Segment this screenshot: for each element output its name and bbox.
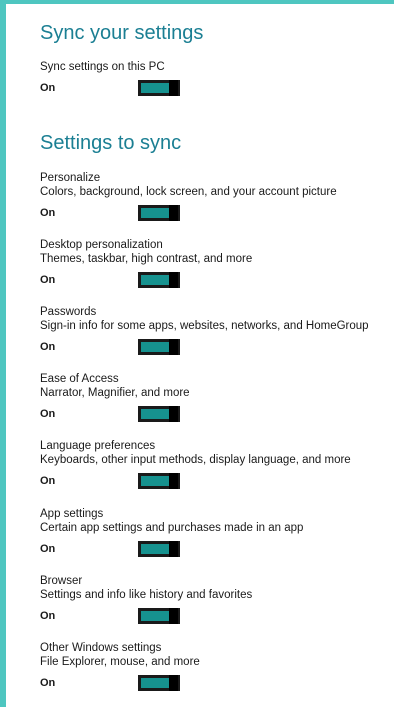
setting-other-windows: Other Windows settings File Explorer, mo… — [40, 641, 390, 691]
setting-desktop-personalization: Desktop personalization Themes, taskbar,… — [40, 238, 390, 288]
setting-title: Sync settings on this PC — [40, 61, 165, 73]
toggle-thumb[interactable] — [169, 541, 178, 557]
settings-panel: Sync your settings Sync settings on this… — [6, 4, 394, 707]
setting-description: Colors, background, lock screen, and you… — [40, 186, 337, 198]
toggle-fill — [141, 544, 170, 554]
toggle-row: On — [40, 675, 390, 691]
toggle-state-label: On — [40, 82, 56, 94]
desktop-personalization-toggle[interactable] — [138, 272, 180, 288]
toggle-row: On — [40, 608, 390, 624]
toggle-row: On — [40, 406, 390, 422]
other-windows-settings-toggle[interactable] — [138, 675, 180, 691]
toggle-fill — [141, 476, 170, 486]
setting-sync-master: Sync settings on this PC On — [40, 60, 390, 96]
setting-description: Keyboards, other input methods, display … — [40, 454, 351, 466]
toggle-row: On — [40, 541, 390, 557]
toggle-fill — [141, 611, 170, 621]
setting-title: Personalize — [40, 172, 101, 184]
toggle-state-label: On — [40, 408, 56, 420]
toggle-fill — [141, 409, 170, 419]
setting-title: Other Windows settings — [40, 642, 162, 654]
setting-title: Passwords — [40, 306, 97, 318]
setting-personalize: Personalize Colors, background, lock scr… — [40, 171, 390, 221]
toggle-state-label: On — [40, 341, 56, 353]
toggle-state-label: On — [40, 207, 56, 219]
toggle-fill — [141, 342, 170, 352]
setting-description: Certain app settings and purchases made … — [40, 522, 304, 534]
setting-title: Ease of Access — [40, 373, 119, 385]
passwords-toggle[interactable] — [138, 339, 180, 355]
sync-master-toggle[interactable] — [138, 80, 180, 96]
toggle-thumb[interactable] — [169, 473, 178, 489]
setting-description: File Explorer, mouse, and more — [40, 656, 200, 668]
toggle-state-label: On — [40, 274, 56, 286]
toggle-thumb[interactable] — [169, 339, 178, 355]
setting-title: Desktop personalization — [40, 239, 163, 251]
toggle-thumb[interactable] — [169, 675, 178, 691]
toggle-thumb[interactable] — [169, 272, 178, 288]
setting-browser: Browser Settings and info like history a… — [40, 574, 390, 624]
setting-title: Language preferences — [40, 440, 156, 452]
language-preferences-toggle[interactable] — [138, 473, 180, 489]
setting-title: Browser — [40, 575, 83, 587]
setting-ease-of-access: Ease of Access Narrator, Magnifier, and … — [40, 372, 390, 422]
toggle-row: On — [40, 205, 390, 221]
toggle-state-label: On — [40, 543, 56, 555]
setting-description: Sign-in info for some apps, websites, ne… — [40, 320, 369, 332]
browser-toggle[interactable] — [138, 608, 180, 624]
toggle-thumb[interactable] — [169, 205, 178, 221]
toggle-fill — [141, 275, 170, 285]
toggle-state-label: On — [40, 475, 56, 487]
toggle-fill — [141, 678, 170, 688]
toggle-state-label: On — [40, 677, 56, 689]
toggle-row: On — [40, 339, 390, 355]
toggle-thumb[interactable] — [169, 406, 178, 422]
app-settings-toggle[interactable] — [138, 541, 180, 557]
toggle-row: On — [40, 80, 390, 96]
setting-language-preferences: Language preferences Keyboards, other in… — [40, 439, 390, 489]
ease-of-access-toggle[interactable] — [138, 406, 180, 422]
settings-to-sync-heading: Settings to sync — [40, 132, 182, 154]
toggle-thumb[interactable] — [169, 80, 178, 96]
toggle-fill — [141, 208, 170, 218]
toggle-row: On — [40, 272, 390, 288]
toggle-row: On — [40, 473, 390, 489]
toggle-state-label: On — [40, 610, 56, 622]
toggle-thumb[interactable] — [169, 608, 178, 624]
setting-description: Themes, taskbar, high contrast, and more — [40, 253, 253, 265]
sync-heading: Sync your settings — [40, 22, 204, 44]
setting-description: Settings and info like history and favor… — [40, 589, 253, 601]
setting-description: Narrator, Magnifier, and more — [40, 387, 190, 399]
toggle-fill — [141, 83, 170, 93]
setting-title: App settings — [40, 508, 104, 520]
setting-passwords: Passwords Sign-in info for some apps, we… — [40, 305, 390, 355]
setting-app-settings: App settings Certain app settings and pu… — [40, 507, 390, 557]
personalize-toggle[interactable] — [138, 205, 180, 221]
